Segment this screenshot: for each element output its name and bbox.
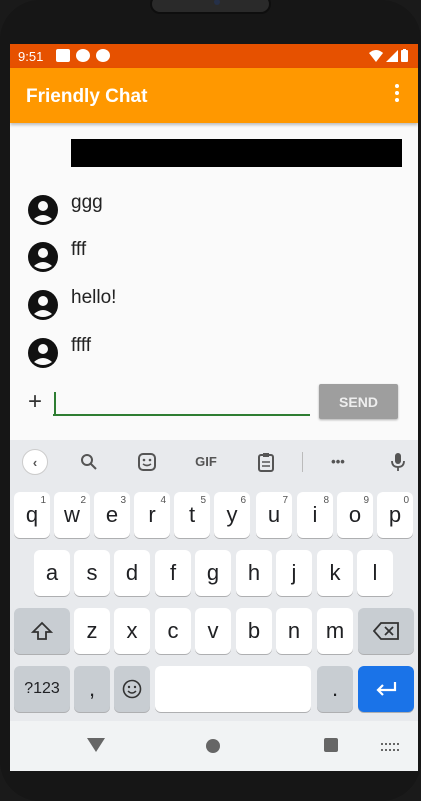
status-bar: 9:51 [10, 44, 418, 68]
message-text: ggg [71, 192, 103, 213]
clipboard-icon[interactable] [253, 449, 279, 475]
account-circle-icon [28, 195, 58, 225]
nav-home-icon[interactable] [206, 739, 220, 753]
nav-back-icon[interactable] [87, 738, 105, 752]
space-key[interactable] [155, 666, 311, 712]
period-key[interactable]: . [317, 666, 353, 712]
key-d[interactable]: d [114, 550, 150, 596]
key-c[interactable]: c [155, 608, 191, 654]
basketball-icon [76, 49, 90, 62]
key-b[interactable]: b [236, 608, 272, 654]
message-item: ffff [27, 335, 407, 373]
key-o[interactable]: o9 [337, 492, 373, 538]
toolbar-divider [302, 452, 303, 472]
key-i[interactable]: i8 [297, 492, 333, 538]
key-y[interactable]: y6 [214, 492, 250, 538]
send-button[interactable]: SEND [319, 384, 398, 419]
nav-recents-icon[interactable] [324, 738, 338, 752]
key-w[interactable]: w2 [54, 492, 90, 538]
message-item: hello! [27, 287, 407, 325]
key-p[interactable]: p0 [377, 492, 413, 538]
emoji-icon [122, 679, 142, 699]
battery-icon [401, 49, 408, 62]
key-k[interactable]: k [317, 550, 353, 596]
symbols-key[interactable]: ?123 [14, 666, 70, 712]
screen: 9:51 Friendly Chat ggg fff hello! ffff +… [10, 44, 418, 771]
backspace-icon [372, 622, 399, 640]
enter-key[interactable] [358, 666, 414, 712]
system-nav-bar [10, 721, 418, 771]
message-item: ggg [27, 192, 407, 230]
microphone-icon[interactable] [385, 449, 411, 475]
image-message-placeholder [71, 139, 402, 167]
key-r[interactable]: r4 [134, 492, 170, 538]
key-v[interactable]: v [195, 608, 231, 654]
key-z[interactable]: z [74, 608, 110, 654]
message-text: fff [71, 239, 87, 260]
overflow-menu-icon[interactable] [394, 84, 400, 106]
message-text: hello! [71, 287, 117, 308]
key-e[interactable]: e3 [94, 492, 130, 538]
wifi-icon [369, 49, 383, 62]
add-image-button[interactable]: + [28, 388, 42, 416]
keyboard-switch-icon[interactable] [381, 743, 399, 751]
camera-dot [214, 0, 220, 5]
account-circle-icon [28, 338, 58, 368]
keyboard-toolbar: ‹ GIF ••• [10, 440, 418, 484]
text-cursor [54, 392, 56, 414]
key-n[interactable]: n [276, 608, 312, 654]
emoji-key[interactable] [114, 666, 150, 712]
comma-key[interactable]: , [74, 666, 110, 712]
key-u[interactable]: u7 [256, 492, 292, 538]
key-j[interactable]: j [276, 550, 312, 596]
soft-keyboard: ‹ GIF ••• q1 w2 e3 r 4 t 5 y 6 u 7 i 8 o… [10, 440, 418, 721]
message-item: fff [27, 239, 407, 277]
shift-icon [30, 621, 54, 640]
key-x[interactable]: x [114, 608, 150, 654]
key-f[interactable]: f [155, 550, 191, 596]
app-title: Friendly Chat [26, 86, 148, 107]
phone-speaker [150, 0, 271, 14]
key-l[interactable]: l [357, 550, 393, 596]
account-circle-icon [28, 290, 58, 320]
shift-key[interactable] [14, 608, 70, 654]
key-m[interactable]: m [317, 608, 353, 654]
key-s[interactable]: s [74, 550, 110, 596]
gif-button[interactable]: GIF [190, 449, 222, 475]
gmail-icon [56, 49, 70, 62]
chevron-left-icon[interactable]: ‹ [22, 449, 48, 475]
enter-icon [376, 682, 397, 696]
message-text: ffff [71, 335, 92, 356]
key-q[interactable]: q1 [14, 492, 50, 538]
phone-frame: 9:51 Friendly Chat ggg fff hello! ffff +… [0, 0, 421, 801]
sticker-icon[interactable] [134, 449, 160, 475]
search-icon[interactable] [76, 449, 102, 475]
app-bar: Friendly Chat [10, 68, 418, 123]
more-options-icon[interactable]: ••• [325, 449, 351, 475]
key-t[interactable]: t5 [174, 492, 210, 538]
signal-icon [386, 49, 398, 62]
status-time: 9:51 [18, 49, 44, 64]
backspace-key[interactable] [358, 608, 414, 654]
message-input[interactable] [53, 388, 310, 416]
app-notification-icon [96, 49, 110, 62]
account-circle-icon [28, 242, 58, 272]
key-g[interactable]: g [195, 550, 231, 596]
key-a[interactable]: a [34, 550, 70, 596]
key-h[interactable]: h [236, 550, 272, 596]
